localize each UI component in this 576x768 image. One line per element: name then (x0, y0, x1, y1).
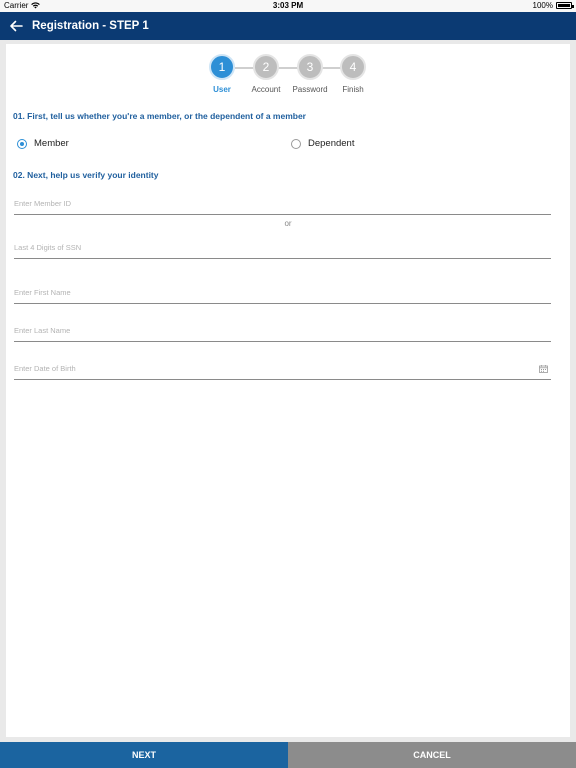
step-indicator: 1 User 2 Account 3 Password 4 Finish (6, 54, 570, 104)
radio-label: Dependent (308, 138, 355, 149)
date-of-birth-field (14, 358, 551, 380)
registration-form: 1 User 2 Account 3 Password 4 Finish 01.… (6, 44, 570, 737)
footer-actions: NEXT CANCEL (0, 742, 576, 768)
calendar-icon[interactable] (539, 365, 548, 373)
last-name-input[interactable] (14, 320, 551, 341)
first-name-input[interactable] (14, 282, 551, 303)
last-name-field (14, 320, 551, 342)
cancel-button[interactable]: CANCEL (288, 742, 576, 768)
battery-percent: 100% (532, 1, 553, 10)
next-button[interactable]: NEXT (0, 742, 288, 768)
section-title-identity: 02. Next, help us verify your identity (13, 170, 159, 180)
or-separator: or (284, 219, 292, 228)
step-number: 1 (209, 54, 235, 80)
ssn-field (14, 237, 551, 259)
step-finish: 4 Finish (323, 54, 383, 94)
step-label: Finish (342, 85, 364, 94)
section-title-membership: 01. First, tell us whether you're a memb… (13, 111, 306, 121)
radio-checked-icon (17, 138, 27, 149)
page-title: Registration - STEP 1 (32, 20, 149, 32)
step-number: 2 (253, 54, 279, 80)
radio-label: Member (34, 138, 69, 149)
step-number: 4 (340, 54, 366, 80)
app-header: Registration - STEP 1 (0, 12, 576, 40)
dependent-radio[interactable]: Dependent (291, 138, 354, 149)
battery-indicator: 100% (532, 1, 574, 10)
radio-unchecked-icon (291, 138, 301, 149)
status-time: 3:03 PM (272, 1, 304, 10)
first-name-field (14, 282, 551, 304)
back-button[interactable] (0, 12, 32, 40)
date-of-birth-input[interactable] (14, 358, 551, 379)
ssn-input[interactable] (14, 237, 551, 258)
status-bar: Carrier 3:03 PM 100% (0, 0, 576, 12)
step-number: 3 (297, 54, 323, 80)
battery-icon (556, 2, 574, 9)
member-radio[interactable]: Member (17, 138, 69, 149)
arrow-left-icon (10, 20, 23, 32)
member-id-input[interactable] (14, 193, 551, 214)
member-id-field (14, 193, 551, 215)
